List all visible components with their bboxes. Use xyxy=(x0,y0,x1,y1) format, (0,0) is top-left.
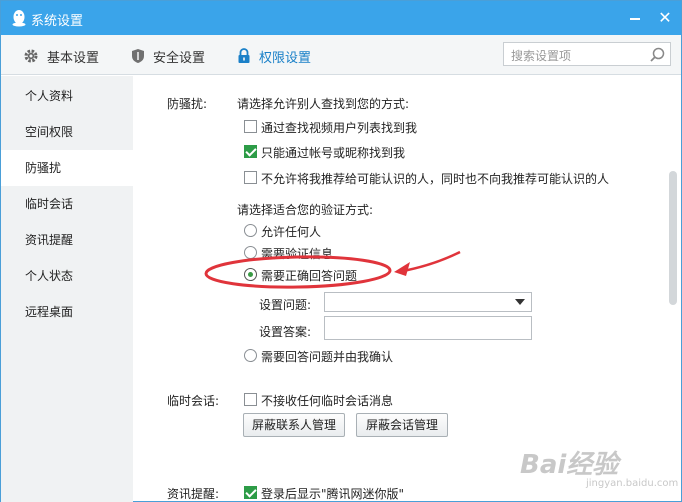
checkbox-find-video-list[interactable] xyxy=(244,120,257,133)
tab-basic-settings[interactable]: 基本设置 xyxy=(23,45,99,67)
sidebar-item-temp-session[interactable]: 临时会话 xyxy=(1,186,133,222)
radio-answer-and-confirm[interactable] xyxy=(244,349,257,362)
radio-allow-anyone[interactable] xyxy=(244,224,257,237)
qq-penguin-icon xyxy=(12,10,26,27)
radio-label: 允许任何人 xyxy=(261,225,322,239)
sidebar-item-remote-desktop[interactable]: 远程桌面 xyxy=(1,294,133,330)
radio-label: 需要正确回答问题 xyxy=(261,269,358,283)
checkbox-reject-temp-sessions[interactable] xyxy=(244,393,257,406)
lock-icon xyxy=(238,48,250,63)
chevron-down-icon xyxy=(515,299,525,305)
shield-icon xyxy=(132,49,144,63)
radio-label: 需要回答问题并由我确认 xyxy=(261,350,394,364)
radio-require-verification[interactable] xyxy=(244,246,257,259)
sidebar-item-profile[interactable]: 个人资料 xyxy=(1,78,133,114)
checkbox-find-account-only[interactable] xyxy=(244,145,257,158)
tab-label: 权限设置 xyxy=(259,50,312,66)
tab-label: 基本设置 xyxy=(47,50,100,66)
sidebar-item-space-permission[interactable]: 空间权限 xyxy=(1,114,133,150)
scrollbar-thumb[interactable] xyxy=(669,171,677,305)
gear-icon xyxy=(24,49,38,63)
watermark: Bai经验 xyxy=(520,450,619,480)
checkbox-label: 通过查找视频用户列表找到我 xyxy=(261,121,418,135)
section-label-harassment: 防骚扰: xyxy=(167,97,208,111)
block-sessions-button[interactable]: 屏蔽会话管理 xyxy=(356,413,448,437)
settings-content: 防骚扰: 请选择允许别人查找到您的方式: 通过查找视频用户列表找到我 只能通过帐… xyxy=(133,76,668,502)
minimize-icon[interactable] xyxy=(625,9,645,27)
find-prompt: 请选择允许别人查找到您的方式: xyxy=(237,97,410,111)
checkbox-label: 不接收任何临时会话消息 xyxy=(261,394,394,408)
search-icon[interactable] xyxy=(648,46,666,64)
tab-permission-settings[interactable]: 权限设置 xyxy=(237,45,311,67)
checkbox-label: 登录后显示"腾讯网迷你版" xyxy=(261,487,405,501)
question-label: 设置问题: xyxy=(259,298,312,312)
verify-prompt: 请选择适合您的验证方式: xyxy=(237,203,374,217)
title-bar[interactable]: 系统设置 ✕ xyxy=(1,1,681,35)
window-title: 系统设置 xyxy=(31,14,84,29)
tab-label: 安全设置 xyxy=(153,50,206,66)
settings-window: 系统设置 ✕ 基本设置 安全设置 权限设置 搜索设置项 个人资料 空间权限 防骚… xyxy=(0,0,682,502)
search-placeholder: 搜索设置项 xyxy=(511,49,572,63)
close-icon[interactable]: ✕ xyxy=(655,8,675,28)
tab-security-settings[interactable]: 安全设置 xyxy=(131,45,205,67)
tab-bar: 基本设置 安全设置 权限设置 搜索设置项 xyxy=(1,35,681,75)
search-input[interactable]: 搜索设置项 xyxy=(503,42,671,66)
checkbox-label: 只能通过帐号或昵称找到我 xyxy=(261,146,406,160)
question-select[interactable] xyxy=(324,292,532,312)
block-contacts-button[interactable]: 屏蔽联系人管理 xyxy=(243,413,345,437)
answer-field[interactable] xyxy=(324,316,532,340)
sidebar-item-news-reminder[interactable]: 资讯提醒 xyxy=(1,222,133,258)
sidebar-item-personal-status[interactable]: 个人状态 xyxy=(1,258,133,294)
section-label-news: 资讯提醒: xyxy=(167,487,220,501)
sidebar-item-anti-harassment[interactable]: 防骚扰 xyxy=(1,150,133,186)
checkbox-no-recommend[interactable] xyxy=(244,171,257,184)
checkbox-show-mini-news[interactable] xyxy=(244,486,257,499)
answer-label: 设置答案: xyxy=(259,325,312,339)
watermark-sub: jingyan.baidu.com xyxy=(586,478,679,489)
radio-require-correct-answer[interactable] xyxy=(244,268,257,281)
sidebar: 个人资料 空间权限 防骚扰 临时会话 资讯提醒 个人状态 远程桌面 xyxy=(1,76,133,502)
radio-label: 需要验证信息 xyxy=(261,247,334,261)
checkbox-label: 不允许将我推荐给可能认识的人，同时也不向我推荐可能认识的人 xyxy=(261,172,610,186)
section-label-temp-session: 临时会话: xyxy=(167,394,220,408)
